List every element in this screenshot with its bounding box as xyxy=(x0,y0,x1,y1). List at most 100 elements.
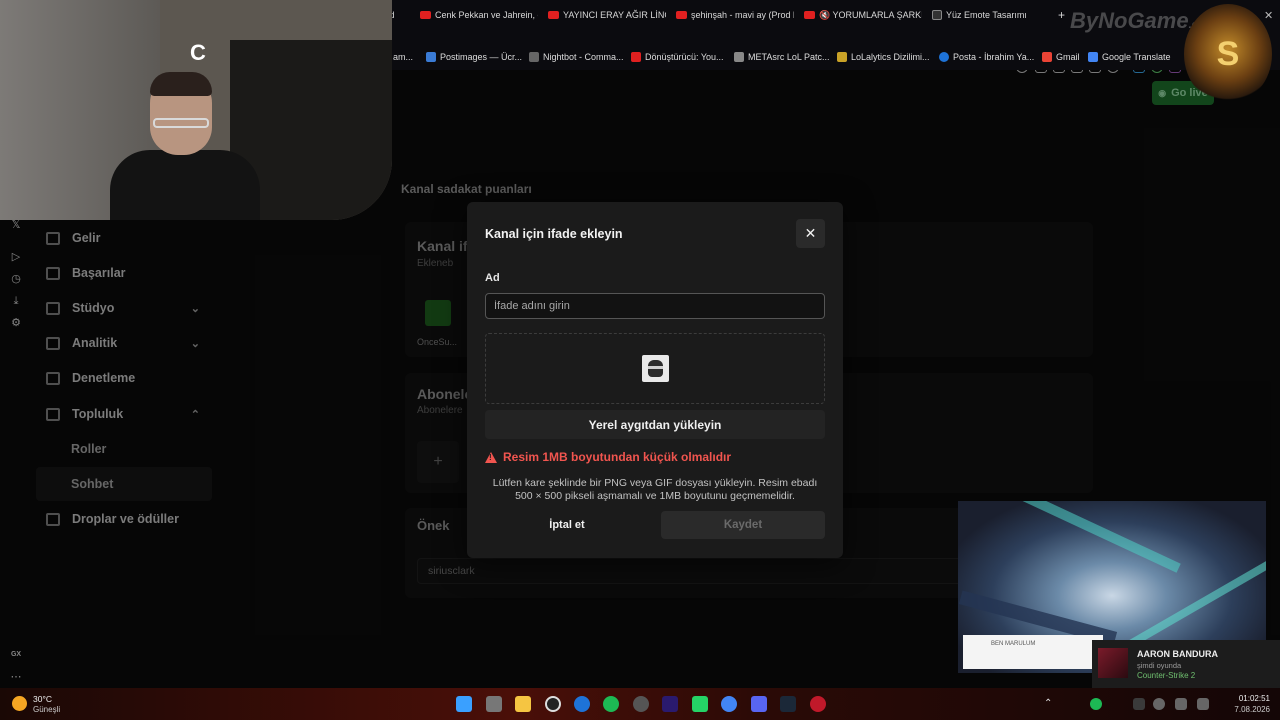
upload-from-device-button[interactable]: Yerel aygıtdan yükleyin xyxy=(485,410,825,439)
steam-friend-notification[interactable]: AARON BANDURA şimdi oyunda Counter-Strik… xyxy=(1092,640,1280,688)
weather-description[interactable]: Güneşli xyxy=(33,705,60,714)
dialog-title: Kanal için ifade ekleyin xyxy=(485,227,623,241)
game-caption: BEN MARULUM xyxy=(991,641,1036,647)
bookmark-label: Posta - İbrahim Ya... xyxy=(953,52,1035,62)
spotify-tray-icon[interactable] xyxy=(1090,698,1102,710)
chevron-up-icon[interactable]: ⌃ xyxy=(1044,698,1056,710)
error-text: Resim 1MB boyutundan küçük olmalıdır xyxy=(503,450,732,464)
youtube-icon xyxy=(420,11,431,19)
microphone-icon[interactable] xyxy=(1153,698,1165,710)
windows-taskbar: 30°C Güneşli ⌃ 01:02:51 7.08.2026 xyxy=(0,688,1280,720)
webcam-person-hair xyxy=(150,72,212,96)
bookmark-label: LoLalytics Dizilimi... xyxy=(851,52,930,62)
close-button[interactable]: ✕ xyxy=(796,219,825,248)
task-view-icon[interactable] xyxy=(486,696,502,712)
network-icon[interactable] xyxy=(1175,698,1187,710)
tab-label: Yüz Emote Tasarımı xyxy=(946,10,1027,20)
upload-label: Yerel aygıtdan yükleyin xyxy=(588,417,722,432)
warning-icon xyxy=(485,451,497,463)
steam-icon[interactable] xyxy=(780,696,796,712)
close-icon: ✕ xyxy=(804,225,817,241)
emote-preview-image xyxy=(642,355,669,382)
bookmark-item[interactable]: Nightbot - Comma... xyxy=(529,52,624,62)
friend-avatar xyxy=(1098,648,1128,678)
sun-icon[interactable] xyxy=(12,696,27,711)
game-caption-box: BEN MARULUM xyxy=(963,635,1103,669)
bookmark-item[interactable]: METAsrc LoL Patc... xyxy=(734,52,830,62)
channel-emblem-logo: S xyxy=(1184,4,1272,104)
start-icon[interactable] xyxy=(456,696,472,712)
bookmark-item[interactable]: am... xyxy=(393,52,413,62)
obs-icon[interactable] xyxy=(545,696,561,712)
image-dropzone[interactable] xyxy=(485,333,825,404)
weather-temperature[interactable]: 30°C xyxy=(33,694,52,704)
friend-name: AARON BANDURA xyxy=(1137,649,1218,659)
openai-icon xyxy=(932,10,942,20)
bookmark-label: Google Translate xyxy=(1102,52,1171,62)
upload-help-text: Lütfen kare şeklinde bir PNG veya GIF do… xyxy=(485,477,825,503)
youtube-icon xyxy=(804,11,815,19)
game-streak xyxy=(995,501,1181,573)
error-message: Resim 1MB boyutundan küçük olmalıdır xyxy=(485,449,825,465)
bookmark-label: METAsrc LoL Patc... xyxy=(748,52,830,62)
camera-logo-icon: C xyxy=(190,40,206,65)
youtube-icon xyxy=(548,11,559,19)
discord-icon[interactable] xyxy=(751,696,767,712)
browser-tab[interactable]: Cenk Pekkan ve Jahrein, ca xyxy=(420,6,538,24)
save-button[interactable]: Kaydet xyxy=(661,511,825,539)
browser-tab[interactable]: Yüz Emote Tasarımı xyxy=(932,6,1050,24)
help-line: 500 × 500 pikseli aşmamalı ve 1MB boyutu… xyxy=(515,490,795,502)
webcam-overlay: C xyxy=(0,0,392,220)
spotify-icon[interactable] xyxy=(603,696,619,712)
translate-icon xyxy=(1088,52,1098,62)
tab-label: şehinşah - mavi ay (Prod b xyxy=(691,10,794,20)
nightbot-icon xyxy=(529,52,539,62)
bookmark-item[interactable]: Google Translate xyxy=(1088,52,1171,62)
gmail-icon xyxy=(1042,52,1052,62)
file-explorer-icon[interactable] xyxy=(515,696,531,712)
whatsapp-icon[interactable] xyxy=(692,696,708,712)
volume-icon[interactable] xyxy=(1197,698,1209,710)
new-tab-button[interactable]: + xyxy=(1058,6,1070,24)
name-label: Ad xyxy=(485,272,500,284)
friend-status: şimdi oyunda xyxy=(1137,661,1182,670)
bookmark-item[interactable]: Posta - İbrahim Ya... xyxy=(939,52,1034,62)
friend-game: Counter-Strike 2 xyxy=(1137,671,1196,680)
metasrc-icon xyxy=(734,52,744,62)
glasses-shape xyxy=(648,366,663,369)
bookmark-label: Dönüştürücü: You... xyxy=(645,52,724,62)
clock-time[interactable]: 01:02:51 xyxy=(1228,694,1270,703)
emote-name-input[interactable] xyxy=(485,293,825,319)
app-icon[interactable] xyxy=(633,696,649,712)
cancel-label: İptal et xyxy=(549,519,585,531)
browser-app-icon[interactable] xyxy=(574,696,590,712)
bookmark-label: am... xyxy=(393,52,414,62)
tray-icon[interactable] xyxy=(1133,698,1145,710)
add-emote-dialog: Kanal için ifade ekleyin ✕ Ad Yerel aygı… xyxy=(467,202,843,558)
help-line: Lütfen kare şeklinde bir PNG veya GIF do… xyxy=(492,477,818,489)
tab-label: 🔇 YORUMLARLA ŞARKI Y xyxy=(819,9,922,20)
clock-date[interactable]: 7.08.2026 xyxy=(1222,705,1270,714)
youtube-icon xyxy=(631,52,641,62)
bookmark-item[interactable]: LoLalytics Dizilimi... xyxy=(837,52,930,62)
browser-tab[interactable]: 🔇 YORUMLARLA ŞARKI Y xyxy=(804,6,922,24)
tab-label: YAYINCI ERAY AĞIR LİNÇ Y xyxy=(563,10,666,20)
cancel-button[interactable]: İptal et xyxy=(485,511,649,539)
webcam-glasses xyxy=(153,118,209,128)
bookmark-item[interactable]: Gmail xyxy=(1042,52,1080,62)
bookmark-item[interactable]: Postimages — Ücr... xyxy=(426,52,522,62)
browser-tab[interactable]: şehinşah - mavi ay (Prod b xyxy=(676,6,794,24)
premiere-icon[interactable] xyxy=(662,696,678,712)
bookmark-label: Postimages — Ücr... xyxy=(440,52,523,62)
close-window-icon[interactable]: ✕ xyxy=(1264,9,1273,22)
bookmark-label: Gmail xyxy=(1056,52,1080,62)
postimages-icon xyxy=(426,52,436,62)
opera-gx-icon[interactable] xyxy=(810,696,826,712)
outlook-icon xyxy=(939,52,949,62)
bookmark-item[interactable]: Dönüştürücü: You... xyxy=(631,52,724,62)
tab-label: Cenk Pekkan ve Jahrein, ca xyxy=(435,10,538,20)
save-label: Kaydet xyxy=(723,519,763,531)
lolalytics-icon xyxy=(837,52,847,62)
browser-tab[interactable]: YAYINCI ERAY AĞIR LİNÇ Y xyxy=(548,6,666,24)
chrome-icon[interactable] xyxy=(721,696,737,712)
